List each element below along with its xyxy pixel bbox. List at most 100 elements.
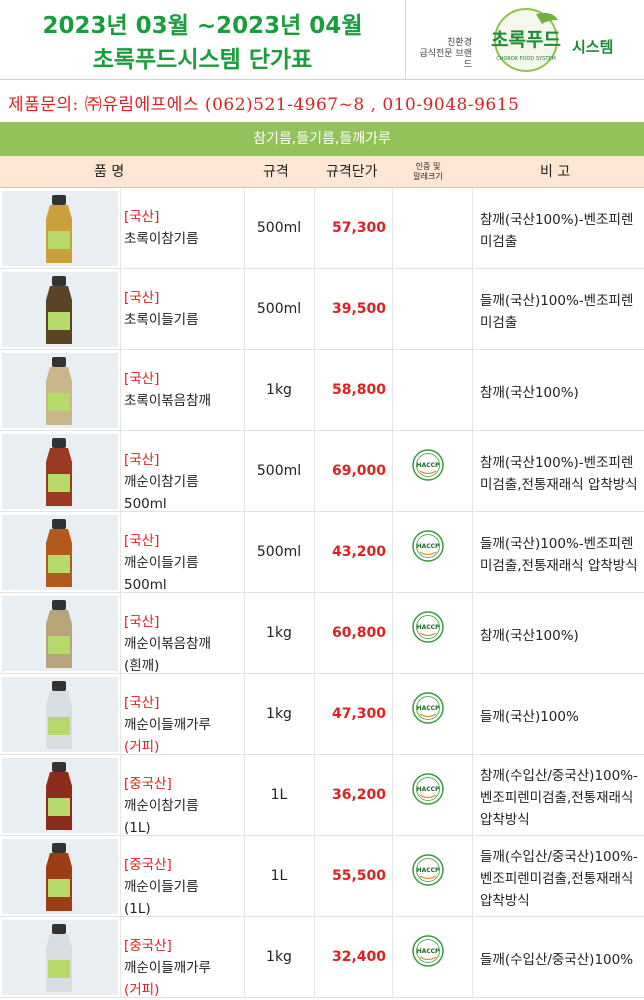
product-origin: [국산] <box>124 290 160 306</box>
bottle-image <box>2 272 118 347</box>
haccp-label: HACCP <box>417 624 440 631</box>
product-note-text: 참깨(국산100%) <box>480 385 579 401</box>
product-price: 60,800 <box>331 625 386 641</box>
table-row: [국산] 깨순이볶음참깨 (흰깨) 1kg 60,800 HACCP 참깨(국산… <box>0 593 644 674</box>
product-spec: 1L <box>270 868 288 884</box>
product-origin: [국산] <box>124 614 160 630</box>
product-spec: 1kg <box>266 949 292 965</box>
table-row: [국산] 초록이볶음참깨 1kg 58,800 참깨(국산100%) <box>0 350 644 431</box>
col-price: 규격단가 <box>326 164 378 180</box>
product-name: 초록이들기름 <box>124 312 199 328</box>
product-origin: [중국산] <box>124 857 172 873</box>
bottle-image <box>2 434 118 509</box>
bottle-image <box>2 191 118 266</box>
product-name: 깨순이볶음참깨 <box>124 636 211 652</box>
brand-logo-subtext: CHOROK FOOD SYSTEM <box>496 56 556 62</box>
product-origin: [국산] <box>124 209 160 225</box>
product-note-text: 들깨(국산)100%-벤조피렌미검출,전통재래식 압착방식 <box>480 536 638 574</box>
col-cert: 인증 및 말레크기 <box>393 162 463 182</box>
product-name: 깨순이들기름 <box>124 879 199 895</box>
product-name-extra: (거피) <box>124 982 160 998</box>
product-name: 깨순이들기름 <box>124 555 199 571</box>
product-name-cell: [중국산] 깨순이들깨가루 (거피) <box>124 935 244 1000</box>
product-spec: 1L <box>270 787 288 803</box>
table-row: [국산] 깨순이들기름 500ml 500ml 43,200 HACCP 들깨(… <box>0 512 644 593</box>
haccp-icon: HACCP <box>412 692 444 724</box>
product-spec: 1kg <box>266 625 292 641</box>
brand-logo: 초록푸드 CHOROK FOOD SYSTEM <box>491 8 561 72</box>
brand-area: 친환경 급식전문 브랜드 초록푸드 CHOROK FOOD SYSTEM 시스템 <box>405 0 644 80</box>
product-note-text: 들깨(국산)100%-벤조피렌미검출 <box>480 293 634 331</box>
product-note: 참깨(국산100%)-벤조피렌미검출 <box>480 194 640 268</box>
product-name-cell: [중국산] 깨순이들기름 (1L) <box>124 854 244 920</box>
table-row: [중국산] 깨순이참기름 (1L) 1L 36,200 HACCP 참깨(수입산… <box>0 755 644 836</box>
contact-info: 제품문의: ㈜유림에프에스 (062)521-4967~8 , 010-9048… <box>8 95 520 115</box>
table-row: [중국산] 깨순이들깨가루 (거피) 1kg 32,400 HACCP 들깨(수… <box>0 917 644 998</box>
product-price: 32,400 <box>331 949 386 965</box>
product-table: [국산] 초록이참기름 500ml 57,300 참깨(국산100%)-벤조피렌… <box>0 188 644 1000</box>
category-bar: 참기름,들기름,들깨가루 <box>0 122 644 156</box>
col-cert-line1: 인증 및 <box>415 162 441 171</box>
col-cert-line2: 말레크기 <box>413 172 443 181</box>
column-header: 품 명 규격 규격단가 인증 및 말레크기 비 고 <box>0 156 644 188</box>
haccp-label: HACCP <box>417 705 440 712</box>
bottle-image <box>2 515 118 590</box>
product-note: 들깨(국산)100% <box>480 680 640 754</box>
product-name: 초록이참기름 <box>124 231 199 247</box>
product-origin: [중국산] <box>124 938 172 954</box>
product-name: 깨순이참기름 <box>124 474 199 490</box>
product-name-cell: [국산] 깨순이참기름 500ml <box>124 449 244 515</box>
product-name: 초록이볶음참깨 <box>124 393 211 409</box>
table-row: [국산] 초록이참기름 500ml 57,300 참깨(국산100%)-벤조피렌… <box>0 188 644 269</box>
product-note: 참깨(국산100%) <box>480 356 640 430</box>
product-price: 43,200 <box>331 544 386 560</box>
product-photo <box>2 434 118 509</box>
table-row: [중국산] 깨순이들기름 (1L) 1L 55,500 HACCP 들깨(수입산… <box>0 836 644 917</box>
brand-tagline-1: 친환경 <box>447 38 472 48</box>
product-photo <box>2 758 118 833</box>
bottle-image <box>2 839 118 914</box>
product-origin: [국산] <box>124 533 160 549</box>
product-note: 참깨(수입산/중국산)100%-벤조피렌미검출,전통재래식 압착방식 <box>480 761 640 835</box>
page-title: 초록푸드시스템 단가표 <box>92 47 313 73</box>
product-note-text: 참깨(국산100%) <box>480 628 579 644</box>
product-price: 58,800 <box>331 382 386 398</box>
brand-logo-text: 초록푸드 <box>491 29 561 51</box>
product-origin: [국산] <box>124 452 160 468</box>
product-note-text: 참깨(수입산/중국산)100%-벤조피렌미검출,전통재래식 압착방식 <box>480 768 638 828</box>
haccp-icon: HACCP <box>412 611 444 643</box>
product-origin: [국산] <box>124 371 160 387</box>
product-spec: 500ml <box>256 220 302 236</box>
haccp-icon: HACCP <box>412 530 444 562</box>
product-note: 들깨(국산)100%-벤조피렌미검출 <box>480 275 640 349</box>
bottle-image <box>2 758 118 833</box>
col-note: 비 고 <box>540 164 571 180</box>
haccp-icon: HACCP <box>412 854 444 886</box>
product-price: 47,300 <box>331 706 386 722</box>
product-name-cell: [국산] 초록이들기름 <box>124 287 244 331</box>
haccp-icon: HACCP <box>412 935 444 967</box>
product-price: 39,500 <box>331 301 386 317</box>
brand-tagline: 친환경 급식전문 브랜드 <box>414 38 472 71</box>
product-photo <box>2 920 118 995</box>
haccp-label: HACCP <box>417 867 440 874</box>
product-photo <box>2 353 118 428</box>
product-price: 69,000 <box>331 463 386 479</box>
product-photo <box>2 272 118 347</box>
page-title-period: 2023년 03월 ~2023년 04월 <box>42 13 363 39</box>
product-name-cell: [국산] 초록이참기름 <box>124 206 244 250</box>
header: 2023년 03월 ~2023년 04월 초록푸드시스템 단가표 친환경 급식전… <box>0 0 644 80</box>
product-note: 들깨(수입산/중국산)100%-벤조피렌미검출,전통재래식 압착방식 <box>480 842 640 916</box>
product-origin: [국산] <box>124 695 160 711</box>
product-name-cell: [국산] 초록이볶음참깨 <box>124 368 244 412</box>
haccp-label: HACCP <box>417 462 440 469</box>
product-note-text: 들깨(수입산/중국산)100% <box>480 952 634 968</box>
product-spec: 500ml <box>256 544 302 560</box>
product-spec: 1kg <box>266 382 292 398</box>
title-box: 2023년 03월 ~2023년 04월 초록푸드시스템 단가표 <box>0 0 405 80</box>
product-note: 들깨(국산)100%-벤조피렌미검출,전통재래식 압착방식 <box>480 518 640 592</box>
haccp-label: HACCP <box>417 786 440 793</box>
bottle-image <box>2 920 118 995</box>
product-photo <box>2 515 118 590</box>
haccp-icon: HACCP <box>412 449 444 481</box>
